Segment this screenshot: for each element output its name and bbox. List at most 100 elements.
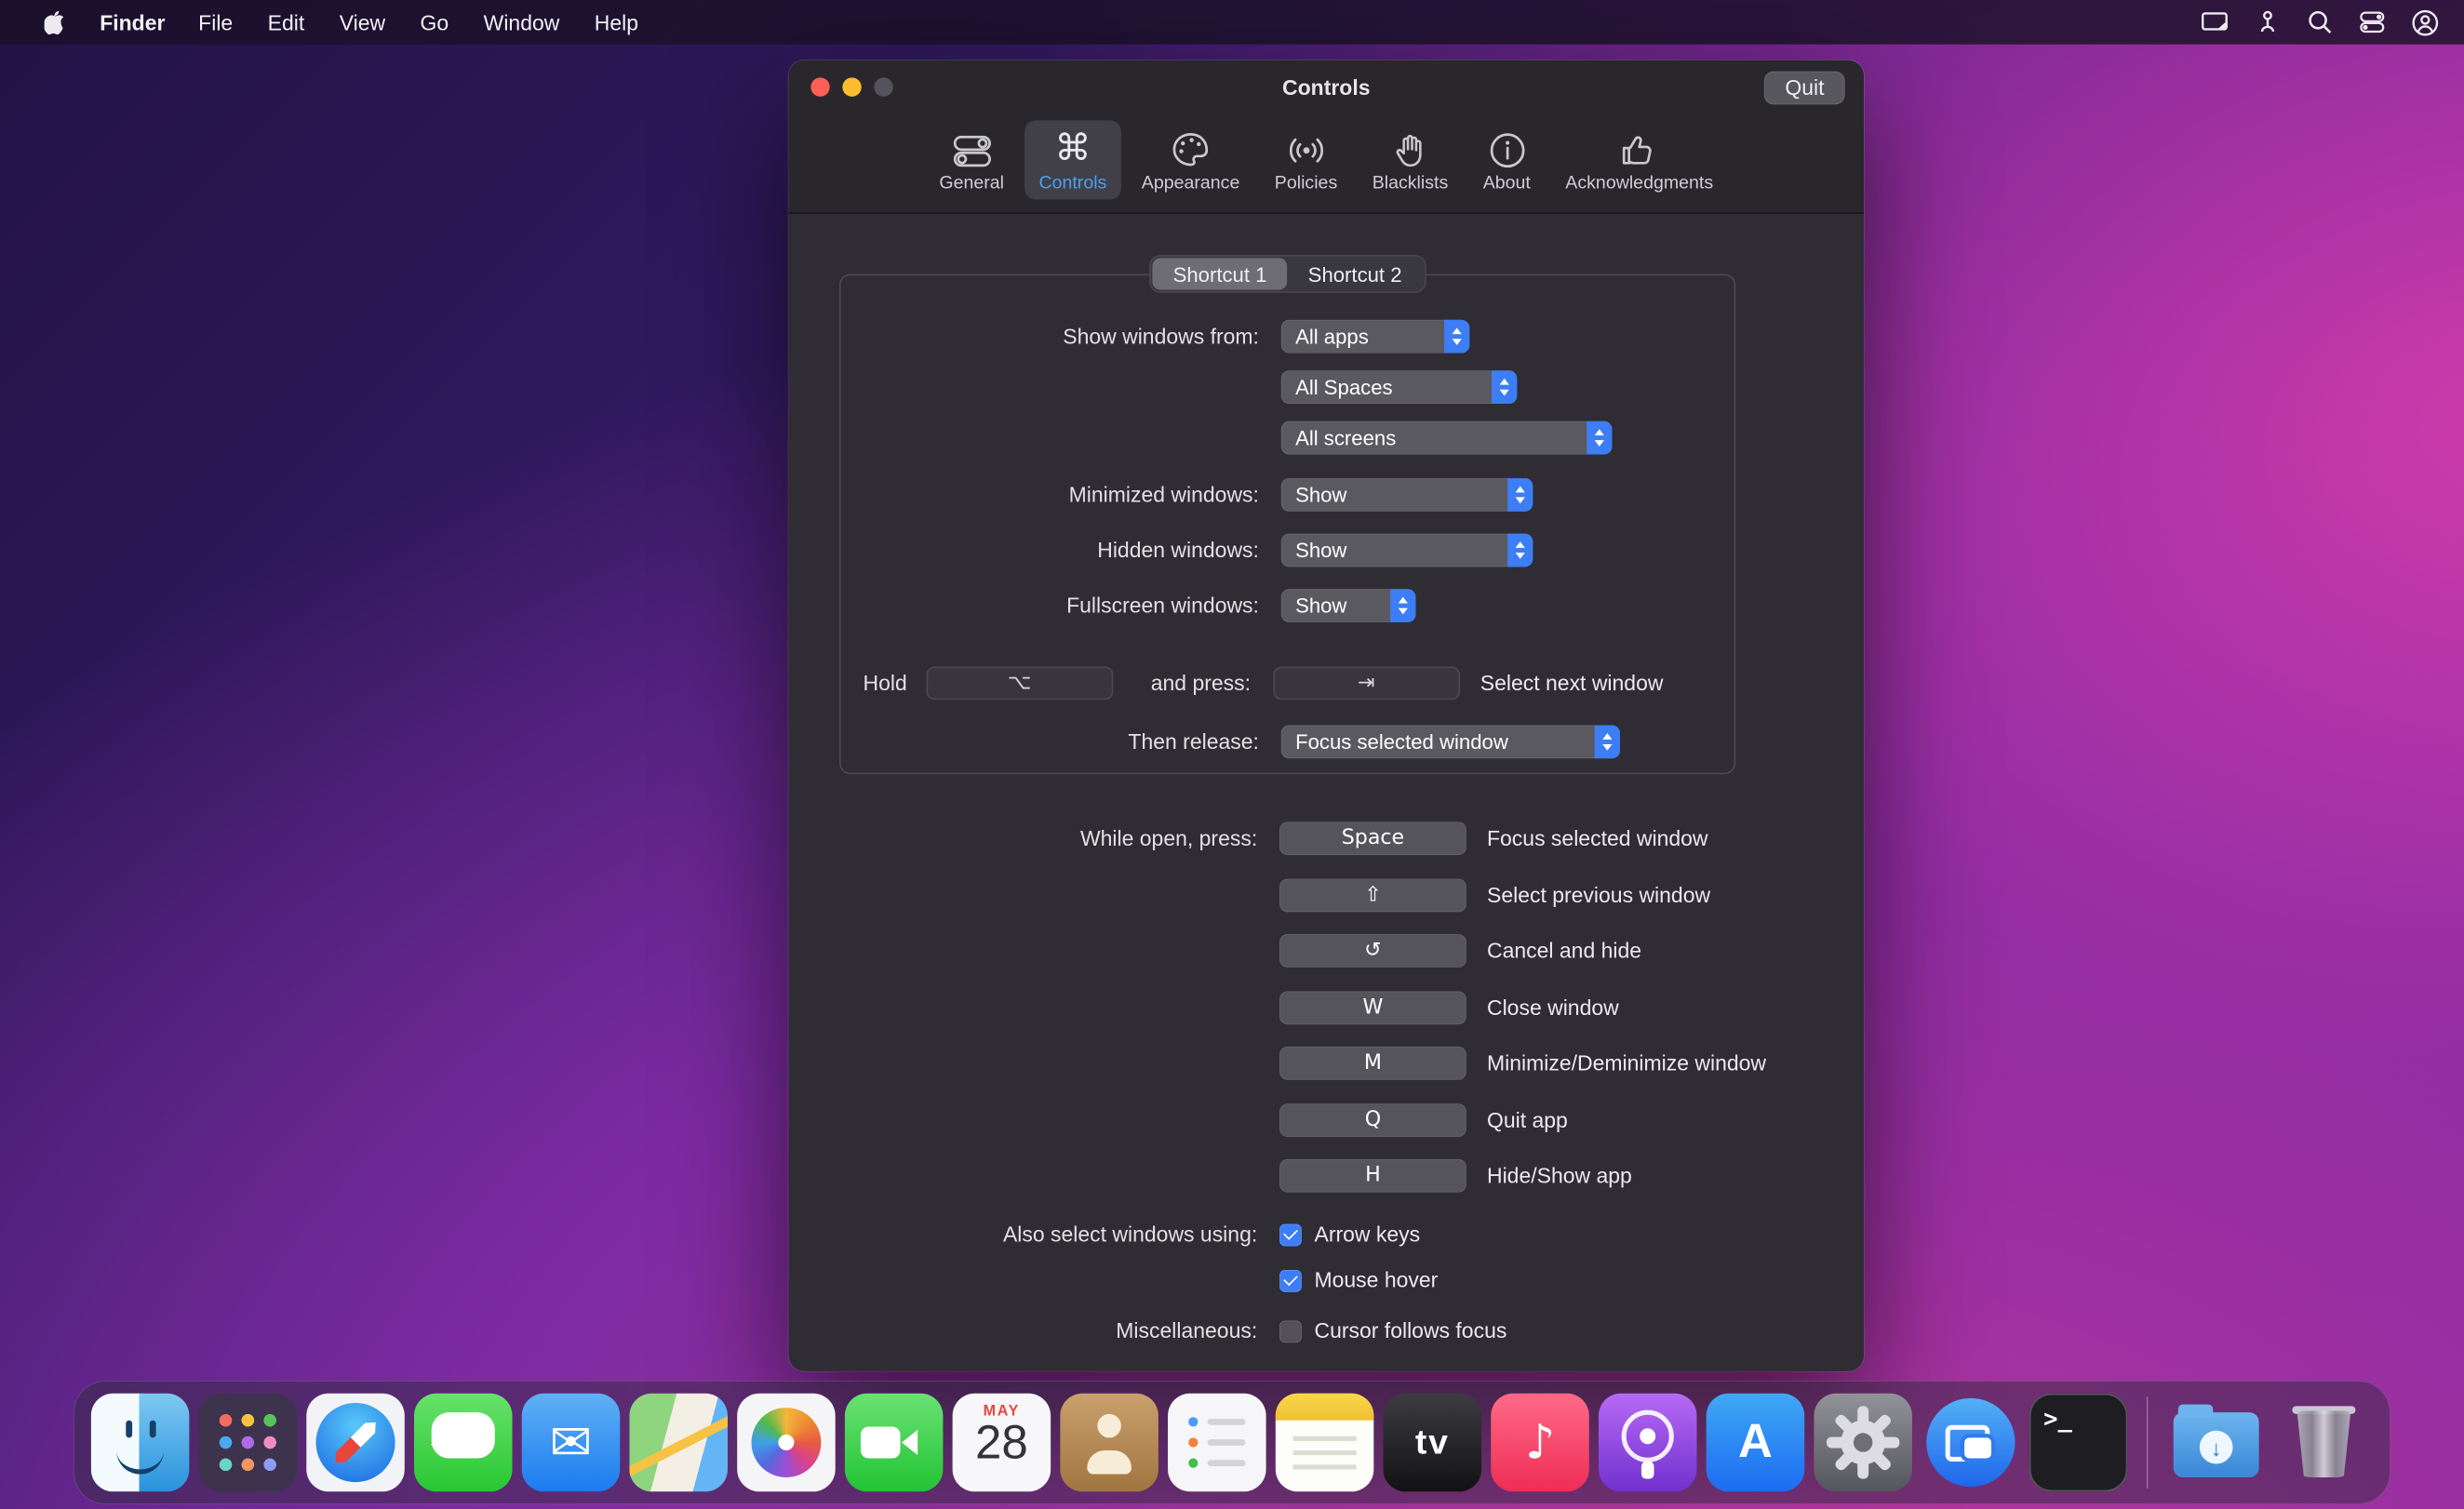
- apple-logo: [45, 9, 65, 34]
- key-space[interactable]: Space: [1279, 821, 1466, 855]
- also-select-row: Also select windows using: Arrow keys: [788, 1218, 1864, 1251]
- tab-policies[interactable]: Policies: [1260, 120, 1351, 199]
- spotlight-search-icon[interactable]: [2308, 9, 2333, 34]
- screens-popup[interactable]: All screens: [1281, 421, 1613, 455]
- tab-shortcut-1[interactable]: Shortcut 1: [1152, 258, 1287, 289]
- dock-system-preferences-icon[interactable]: [1814, 1394, 1912, 1492]
- popup-chevrons-icon: [1507, 478, 1533, 512]
- dock-finder-icon[interactable]: [91, 1394, 190, 1492]
- screens-row: All screens: [841, 421, 1734, 455]
- dock-tv-icon[interactable]: tv: [1384, 1394, 1482, 1492]
- dock-terminal-icon[interactable]: >_: [2029, 1394, 2128, 1492]
- menu-help[interactable]: Help: [577, 10, 656, 34]
- command-icon: ⌘: [1054, 128, 1091, 171]
- dock-launchpad-icon[interactable]: [199, 1394, 298, 1492]
- title-bar[interactable]: Controls Quit: [788, 60, 1864, 114]
- dock-separator: [2147, 1396, 2149, 1489]
- window-header: Controls Quit General ⌘ Controls: [788, 60, 1864, 214]
- menu-bar-left: Finder File Edit View Go Window Help: [0, 9, 656, 34]
- dock-facetime-icon[interactable]: [845, 1394, 944, 1492]
- hold-key-field[interactable]: ⌥: [926, 667, 1113, 701]
- dock-contacts-icon[interactable]: [1060, 1394, 1158, 1492]
- screen-mirroring-icon[interactable]: [2202, 9, 2229, 34]
- desktop: Finder File Edit View Go Window Help: [0, 0, 2464, 1509]
- key-q[interactable]: Q: [1279, 1102, 1466, 1136]
- dock-podcasts-icon[interactable]: [1599, 1394, 1697, 1492]
- while-open-row-w: W Close window: [788, 991, 1864, 1024]
- while-open-row-escape: ↺ Cancel and hide: [788, 934, 1864, 968]
- key-shift[interactable]: ⇧: [1279, 878, 1466, 912]
- music-note-icon: ♪: [1491, 1394, 1589, 1492]
- hidden-popup[interactable]: Show: [1281, 534, 1533, 568]
- tab-general[interactable]: General: [925, 120, 1018, 199]
- menu-go[interactable]: Go: [403, 10, 466, 34]
- then-release-row: Then release: Focus selected window: [841, 726, 1734, 759]
- dock-music-icon[interactable]: ♪: [1491, 1394, 1589, 1492]
- show-windows-from-row: Show windows from: All apps: [841, 320, 1734, 354]
- key-escape[interactable]: ↺: [1279, 934, 1466, 968]
- while-open-row-space: While open, press: Space Focus selected …: [788, 821, 1864, 855]
- dock-alttab-icon[interactable]: [1922, 1394, 2020, 1492]
- dock-safari-icon[interactable]: [306, 1394, 405, 1492]
- menu-bar: Finder File Edit View Go Window Help: [0, 0, 2464, 45]
- toggles-icon: [951, 128, 992, 171]
- cursor-follows-focus-checkbox[interactable]: [1279, 1320, 1302, 1342]
- menu-bar-status-items: [2202, 8, 2464, 35]
- popup-chevrons-icon: [1595, 726, 1620, 759]
- control-center-icon[interactable]: [2360, 9, 2385, 34]
- broadcast-icon: [1285, 128, 1326, 171]
- envelope-icon: ✉: [522, 1394, 621, 1492]
- mouse-hover-checkbox[interactable]: [1279, 1269, 1302, 1291]
- then-release-popup[interactable]: Focus selected window: [1281, 726, 1620, 759]
- menu-window[interactable]: Window: [466, 10, 577, 34]
- apple-menu[interactable]: [25, 9, 84, 34]
- miscellaneous-row: Miscellaneous: Cursor follows focus: [788, 1315, 1864, 1348]
- popup-chevrons-icon: [1492, 370, 1517, 404]
- dock-reminders-icon[interactable]: [1168, 1394, 1266, 1492]
- spaces-popup[interactable]: All Spaces: [1281, 370, 1518, 404]
- shortcut-tabs: Shortcut 1 Shortcut 2: [1149, 255, 1426, 293]
- dock-photos-icon[interactable]: [737, 1394, 836, 1492]
- dock-notes-icon[interactable]: [1276, 1394, 1374, 1492]
- arrow-keys-checkbox[interactable]: [1279, 1223, 1302, 1246]
- apps-popup[interactable]: All apps: [1281, 320, 1470, 354]
- tab-acknowledgments[interactable]: Acknowledgments: [1551, 120, 1727, 199]
- key-h[interactable]: H: [1279, 1159, 1466, 1193]
- download-arrow-icon: ↓: [2200, 1431, 2233, 1464]
- press-key-field[interactable]: ⇥: [1273, 667, 1460, 701]
- quit-button[interactable]: Quit: [1764, 72, 1844, 105]
- active-app-menu[interactable]: Finder: [84, 10, 181, 34]
- tab-about[interactable]: About: [1468, 120, 1545, 199]
- dock-calendar-icon[interactable]: MAY 28: [953, 1394, 1051, 1492]
- tab-controls[interactable]: ⌘ Controls: [1024, 120, 1121, 199]
- minimized-windows-row: Minimized windows: Show: [841, 478, 1734, 512]
- dock-appstore-icon[interactable]: A: [1707, 1394, 1805, 1492]
- dock-mail-icon[interactable]: ✉: [522, 1394, 621, 1492]
- tab-shortcut-2[interactable]: Shortcut 2: [1288, 258, 1423, 289]
- info-icon: [1486, 128, 1527, 171]
- tab-blacklists[interactable]: Blacklists: [1358, 120, 1462, 199]
- menu-file[interactable]: File: [181, 10, 249, 34]
- key-w[interactable]: W: [1279, 991, 1466, 1024]
- preferences-toolbar: General ⌘ Controls Appearance: [788, 114, 1864, 213]
- user-account-icon[interactable]: [2412, 8, 2439, 35]
- dock-messages-icon[interactable]: [414, 1394, 513, 1492]
- dock-downloads-icon[interactable]: ↓: [2167, 1394, 2266, 1492]
- menu-edit[interactable]: Edit: [250, 10, 322, 34]
- key-m[interactable]: M: [1279, 1047, 1466, 1080]
- while-open-row-q: Q Quit app: [788, 1102, 1864, 1136]
- minimized-popup[interactable]: Show: [1281, 478, 1533, 512]
- mouse-hover-row: Mouse hover: [788, 1263, 1864, 1297]
- dock-maps-icon[interactable]: [629, 1394, 728, 1492]
- dongle-icon[interactable]: [2255, 9, 2280, 34]
- controls-pane: Shortcut 1 Shortcut 2 Show windows from:…: [788, 214, 1864, 1348]
- popup-chevrons-icon: [1390, 589, 1415, 622]
- dock-trash-icon[interactable]: [2275, 1394, 2374, 1492]
- hand-icon: [1389, 128, 1430, 171]
- menu-view[interactable]: View: [322, 10, 403, 34]
- hidden-windows-row: Hidden windows: Show: [841, 534, 1734, 568]
- gear-icon: [1814, 1394, 1912, 1492]
- while-open-row-h: H Hide/Show app: [788, 1159, 1864, 1193]
- fullscreen-popup[interactable]: Show: [1281, 589, 1416, 622]
- tab-appearance[interactable]: Appearance: [1127, 120, 1253, 199]
